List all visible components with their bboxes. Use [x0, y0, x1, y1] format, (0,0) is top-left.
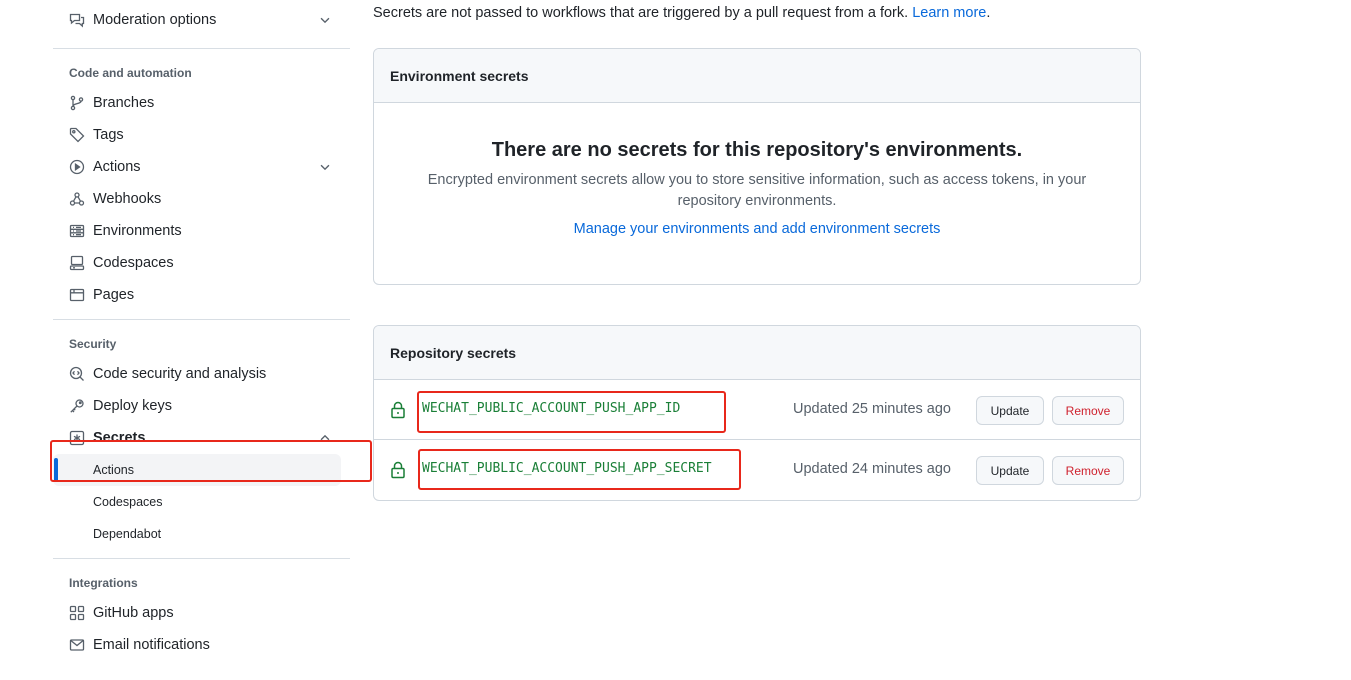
blankslate-description: Encrypted environment secrets allow you … [427, 172, 1087, 209]
chevron-down-icon[interactable] [318, 13, 332, 27]
sidebar-item-label: Environments [93, 223, 182, 239]
remove-secret-button[interactable]: Remove [1052, 396, 1124, 425]
sidebar-item-label: Email notifications [93, 637, 210, 653]
chevron-up-icon[interactable] [318, 431, 332, 445]
sidebar-subitem-dependabot[interactable]: Dependabot [53, 518, 350, 550]
browser-icon [69, 287, 85, 303]
fork-note-text: Secrets are not passed to workflows that… [373, 5, 909, 21]
sidebar-item-code-security[interactable]: Code security and analysis [53, 358, 350, 390]
key-asterisk-icon [69, 430, 85, 446]
sidebar-item-label: Webhooks [93, 191, 162, 207]
lock-icon [391, 401, 405, 419]
sidebar-item-label: Branches [93, 95, 155, 111]
sidebar-item-label: Tags [93, 127, 124, 143]
lock-icon [391, 461, 405, 479]
fork-note-end: . [986, 5, 991, 21]
codescan-icon [69, 366, 85, 382]
sidebar-item-deploy-keys[interactable]: Deploy keys [53, 390, 350, 422]
sidebar-item-pages[interactable]: Pages [53, 279, 350, 311]
manage-environments-link[interactable]: Manage your environments and add environ… [574, 221, 941, 237]
settings-sidebar: Moderation options Code and automation B… [53, 0, 350, 661]
environment-secrets-blankslate: There are no secrets for this repository… [374, 139, 1140, 238]
learn-more-link[interactable]: Learn more [912, 5, 986, 21]
sidebar-item-label: Codespaces [93, 255, 174, 271]
repository-secrets-box: Repository secrets WECHAT_PUBLIC_ACCOUNT… [373, 325, 1141, 501]
sidebar-item-label: Moderation options [93, 12, 217, 28]
group-title-security: Security [69, 337, 117, 351]
update-secret-button[interactable]: Update [976, 456, 1044, 485]
secret-row: WECHAT_PUBLIC_ACCOUNT_PUSH_APP_ID Update… [374, 380, 1140, 440]
environment-secrets-box: Environment secrets There are no secrets… [373, 48, 1141, 285]
secret-row: WECHAT_PUBLIC_ACCOUNT_PUSH_APP_SECRET Up… [374, 440, 1140, 500]
sidebar-item-secrets[interactable]: Secrets [53, 422, 350, 454]
chevron-down-icon[interactable] [318, 160, 332, 174]
blankslate-title: There are no secrets for this repository… [491, 139, 1023, 161]
sidebar-item-webhooks[interactable]: Webhooks [53, 183, 350, 215]
sidebar-item-label: Secrets [93, 430, 146, 446]
sidebar-item-moderation-options[interactable]: Moderation options [53, 4, 350, 36]
sidebar-item-email-notifications[interactable]: Email notifications [53, 629, 350, 661]
sidebar-subitem-codespaces[interactable]: Codespaces [53, 486, 350, 518]
tag-icon [69, 127, 85, 143]
git-branch-icon [69, 95, 85, 111]
update-secret-button[interactable]: Update [976, 396, 1044, 425]
secret-updated: Updated 25 minutes ago [793, 401, 951, 417]
sidebar-item-environments[interactable]: Environments [53, 215, 350, 247]
webhook-icon [69, 191, 85, 207]
codespaces-icon [69, 255, 85, 271]
sidebar-item-branches[interactable]: Branches [53, 87, 350, 119]
apps-icon [69, 605, 85, 621]
repository-secrets-header: Repository secrets [374, 326, 1140, 380]
key-icon [69, 398, 85, 414]
mail-icon [69, 637, 85, 653]
fork-note: Secrets are not passed to workflows that… [373, 5, 990, 21]
sidebar-item-github-apps[interactable]: GitHub apps [53, 597, 350, 629]
server-icon [69, 223, 85, 239]
group-title-integrations: Integrations [69, 576, 138, 590]
sidebar-item-label: Deploy keys [93, 398, 172, 414]
sidebar-item-label: Code security and analysis [93, 366, 267, 382]
sidebar-item-tags[interactable]: Tags [53, 119, 350, 151]
sidebar-subitem-actions[interactable]: Actions [53, 454, 341, 486]
secret-name: WECHAT_PUBLIC_ACCOUNT_PUSH_APP_SECRET [422, 461, 712, 476]
sidebar-item-label: GitHub apps [93, 605, 174, 621]
comment-discussion-icon [69, 12, 85, 28]
group-title-code-automation: Code and automation [69, 66, 192, 80]
environment-secrets-header: Environment secrets [374, 49, 1140, 103]
secret-updated: Updated 24 minutes ago [793, 461, 951, 477]
sidebar-item-actions[interactable]: Actions [53, 151, 350, 183]
remove-secret-button[interactable]: Remove [1052, 456, 1124, 485]
sidebar-item-codespaces[interactable]: Codespaces [53, 247, 350, 279]
secret-name: WECHAT_PUBLIC_ACCOUNT_PUSH_APP_ID [422, 401, 681, 416]
sidebar-item-label: Pages [93, 287, 135, 303]
play-icon [69, 159, 85, 175]
sidebar-item-label: Actions [93, 159, 141, 175]
